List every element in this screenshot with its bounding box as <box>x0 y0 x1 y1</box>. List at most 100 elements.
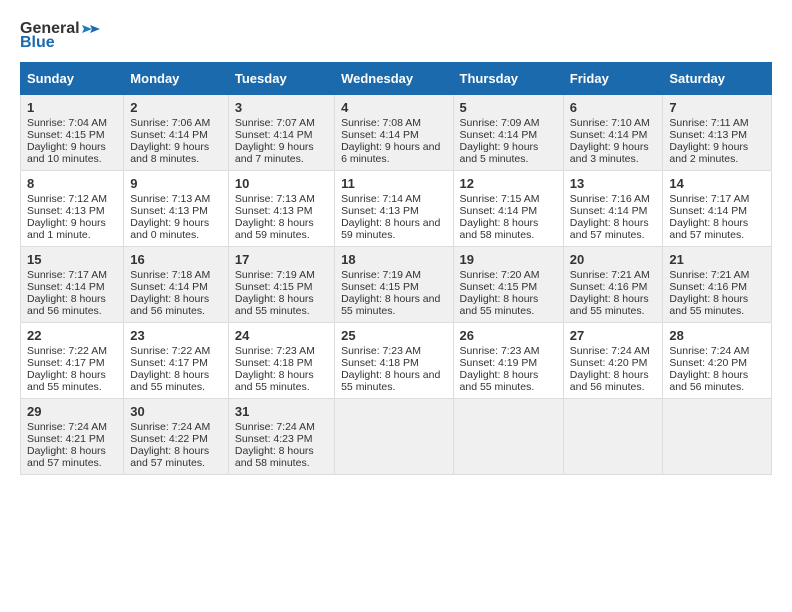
day-info: Sunrise: 7:13 AM Sunset: 4:13 PM Dayligh… <box>130 193 210 241</box>
day-number: 9 <box>130 176 222 191</box>
day-number: 2 <box>130 100 222 115</box>
calendar-cell: 26 Sunrise: 7:23 AM Sunset: 4:19 PM Dayli… <box>453 323 563 399</box>
header-cell-saturday: Saturday <box>663 63 772 95</box>
calendar-cell: 20 Sunrise: 7:21 AM Sunset: 4:16 PM Dayli… <box>563 247 663 323</box>
calendar-cell: 17Sunrise: 7:19 AM Sunset: 4:15 PM Dayli… <box>228 247 334 323</box>
day-info: Sunrise: 7:16 AM Sunset: 4:14 PM Dayligh… <box>570 193 650 241</box>
day-info: Sunrise: 7:22 AM Sunset: 4:17 PM Dayligh… <box>27 345 107 393</box>
header-cell-friday: Friday <box>563 63 663 95</box>
calendar-cell: 30 Sunrise: 7:24 AM Sunset: 4:22 PM Dayli… <box>124 399 229 475</box>
calendar-cell <box>663 399 772 475</box>
day-number: 11 <box>341 176 446 191</box>
calendar-cell: 4 Sunrise: 7:08 AM Sunset: 4:14 PM Daylig… <box>335 95 453 171</box>
header-cell-sunday: Sunday <box>21 63 124 95</box>
calendar-table: SundayMondayTuesdayWednesdayThursdayFrid… <box>20 62 772 475</box>
day-info: Sunrise: 7:12 AM Sunset: 4:13 PM Dayligh… <box>27 193 107 241</box>
day-info: Sunrise: 7:19 AM Sunset: 4:15 PM Dayligh… <box>341 269 440 317</box>
day-number: 8 <box>27 176 117 191</box>
day-number: 15 <box>27 252 117 267</box>
calendar-cell <box>453 399 563 475</box>
day-number: 3 <box>235 100 328 115</box>
calendar-cell: 19 Sunrise: 7:20 AM Sunset: 4:15 PM Dayli… <box>453 247 563 323</box>
calendar-cell: 29Sunrise: 7:24 AM Sunset: 4:21 PM Dayli… <box>21 399 124 475</box>
day-info: Sunrise: 7:20 AM Sunset: 4:15 PM Dayligh… <box>460 269 540 317</box>
week-row-3: 15 Sunrise: 7:17 AM Sunset: 4:14 PM Dayli… <box>21 247 772 323</box>
week-row-2: 8 Sunrise: 7:12 AM Sunset: 4:13 PM Daylig… <box>21 171 772 247</box>
header-cell-wednesday: Wednesday <box>335 63 453 95</box>
calendar-cell: 16Sunrise: 7:18 AM Sunset: 4:14 PM Dayli… <box>124 247 229 323</box>
logo-blue: Blue <box>20 34 55 52</box>
calendar-cell: 22Sunrise: 7:22 AM Sunset: 4:17 PM Dayli… <box>21 323 124 399</box>
header-cell-tuesday: Tuesday <box>228 63 334 95</box>
day-number: 30 <box>130 404 222 419</box>
day-info: Sunrise: 7:23 AM Sunset: 4:18 PM Dayligh… <box>341 345 440 393</box>
day-info: Sunrise: 7:11 AM Sunset: 4:13 PM Dayligh… <box>669 117 748 165</box>
day-info: Sunrise: 7:04 AM Sunset: 4:15 PM Dayligh… <box>27 117 107 165</box>
day-info: Sunrise: 7:24 AM Sunset: 4:20 PM Dayligh… <box>570 345 650 393</box>
day-info: Sunrise: 7:24 AM Sunset: 4:23 PM Dayligh… <box>235 421 315 469</box>
day-info: Sunrise: 7:15 AM Sunset: 4:14 PM Dayligh… <box>460 193 540 241</box>
calendar-cell: 27 Sunrise: 7:24 AM Sunset: 4:20 PM Dayli… <box>563 323 663 399</box>
calendar-cell: 5 Sunrise: 7:09 AM Sunset: 4:14 PM Daylig… <box>453 95 563 171</box>
day-info: Sunrise: 7:09 AM Sunset: 4:14 PM Dayligh… <box>460 117 540 165</box>
day-number: 5 <box>460 100 557 115</box>
day-number: 12 <box>460 176 557 191</box>
logo-container: General Blue <box>20 20 102 52</box>
calendar-cell: 1 Sunrise: 7:04 AM Sunset: 4:15 PM Daylig… <box>21 95 124 171</box>
day-info: Sunrise: 7:17 AM Sunset: 4:14 PM Dayligh… <box>27 269 107 317</box>
page-header: General Blue <box>20 20 772 52</box>
day-number: 28 <box>669 328 765 343</box>
calendar-cell: 10 Sunrise: 7:13 AM Sunset: 4:13 PM Dayli… <box>228 171 334 247</box>
day-info: Sunrise: 7:07 AM Sunset: 4:14 PM Dayligh… <box>235 117 315 165</box>
week-row-5: 29Sunrise: 7:24 AM Sunset: 4:21 PM Dayli… <box>21 399 772 475</box>
calendar-cell: 2 Sunrise: 7:06 AM Sunset: 4:14 PM Daylig… <box>124 95 229 171</box>
day-info: Sunrise: 7:21 AM Sunset: 4:16 PM Dayligh… <box>570 269 650 317</box>
day-info: Sunrise: 7:21 AM Sunset: 4:16 PM Dayligh… <box>669 269 749 317</box>
day-number: 21 <box>669 252 765 267</box>
calendar-cell: 23 Sunrise: 7:22 AM Sunset: 4:17 PM Dayli… <box>124 323 229 399</box>
day-number: 7 <box>669 100 765 115</box>
calendar-cell: 12 Sunrise: 7:15 AM Sunset: 4:14 PM Dayli… <box>453 171 563 247</box>
day-number: 1 <box>27 100 117 115</box>
day-number: 19 <box>460 252 557 267</box>
day-info: Sunrise: 7:23 AM Sunset: 4:19 PM Dayligh… <box>460 345 540 393</box>
calendar-cell: 15 Sunrise: 7:17 AM Sunset: 4:14 PM Dayli… <box>21 247 124 323</box>
day-number: 10 <box>235 176 328 191</box>
calendar-cell: 9 Sunrise: 7:13 AM Sunset: 4:13 PM Daylig… <box>124 171 229 247</box>
day-info: Sunrise: 7:23 AM Sunset: 4:18 PM Dayligh… <box>235 345 315 393</box>
day-info: Sunrise: 7:10 AM Sunset: 4:14 PM Dayligh… <box>570 117 650 165</box>
calendar-cell: 3 Sunrise: 7:07 AM Sunset: 4:14 PM Daylig… <box>228 95 334 171</box>
day-number: 18 <box>341 252 446 267</box>
day-info: Sunrise: 7:08 AM Sunset: 4:14 PM Dayligh… <box>341 117 440 165</box>
day-info: Sunrise: 7:14 AM Sunset: 4:13 PM Dayligh… <box>341 193 440 241</box>
day-info: Sunrise: 7:06 AM Sunset: 4:14 PM Dayligh… <box>130 117 210 165</box>
day-number: 17 <box>235 252 328 267</box>
calendar-cell: 6Sunrise: 7:10 AM Sunset: 4:14 PM Daylig… <box>563 95 663 171</box>
calendar-cell <box>563 399 663 475</box>
calendar-cell: 18 Sunrise: 7:19 AM Sunset: 4:15 PM Dayli… <box>335 247 453 323</box>
day-info: Sunrise: 7:22 AM Sunset: 4:17 PM Dayligh… <box>130 345 210 393</box>
day-number: 27 <box>570 328 657 343</box>
calendar-cell: 21 Sunrise: 7:21 AM Sunset: 4:16 PM Dayli… <box>663 247 772 323</box>
day-info: Sunrise: 7:24 AM Sunset: 4:22 PM Dayligh… <box>130 421 210 469</box>
day-info: Sunrise: 7:13 AM Sunset: 4:13 PM Dayligh… <box>235 193 315 241</box>
header-row: SundayMondayTuesdayWednesdayThursdayFrid… <box>21 63 772 95</box>
day-number: 29 <box>27 404 117 419</box>
day-number: 20 <box>570 252 657 267</box>
day-number: 25 <box>341 328 446 343</box>
calendar-cell: 13 Sunrise: 7:16 AM Sunset: 4:14 PM Dayli… <box>563 171 663 247</box>
day-number: 26 <box>460 328 557 343</box>
logo: General Blue <box>20 20 102 52</box>
calendar-cell: 11 Sunrise: 7:14 AM Sunset: 4:13 PM Dayli… <box>335 171 453 247</box>
calendar-cell: 8 Sunrise: 7:12 AM Sunset: 4:13 PM Daylig… <box>21 171 124 247</box>
week-row-4: 22Sunrise: 7:22 AM Sunset: 4:17 PM Dayli… <box>21 323 772 399</box>
day-number: 4 <box>341 100 446 115</box>
day-number: 23 <box>130 328 222 343</box>
calendar-cell: 28Sunrise: 7:24 AM Sunset: 4:20 PM Dayli… <box>663 323 772 399</box>
day-number: 14 <box>669 176 765 191</box>
header-cell-thursday: Thursday <box>453 63 563 95</box>
week-row-1: 1 Sunrise: 7:04 AM Sunset: 4:15 PM Daylig… <box>21 95 772 171</box>
day-number: 13 <box>570 176 657 191</box>
logo-bird-icon <box>82 21 102 37</box>
header-cell-monday: Monday <box>124 63 229 95</box>
